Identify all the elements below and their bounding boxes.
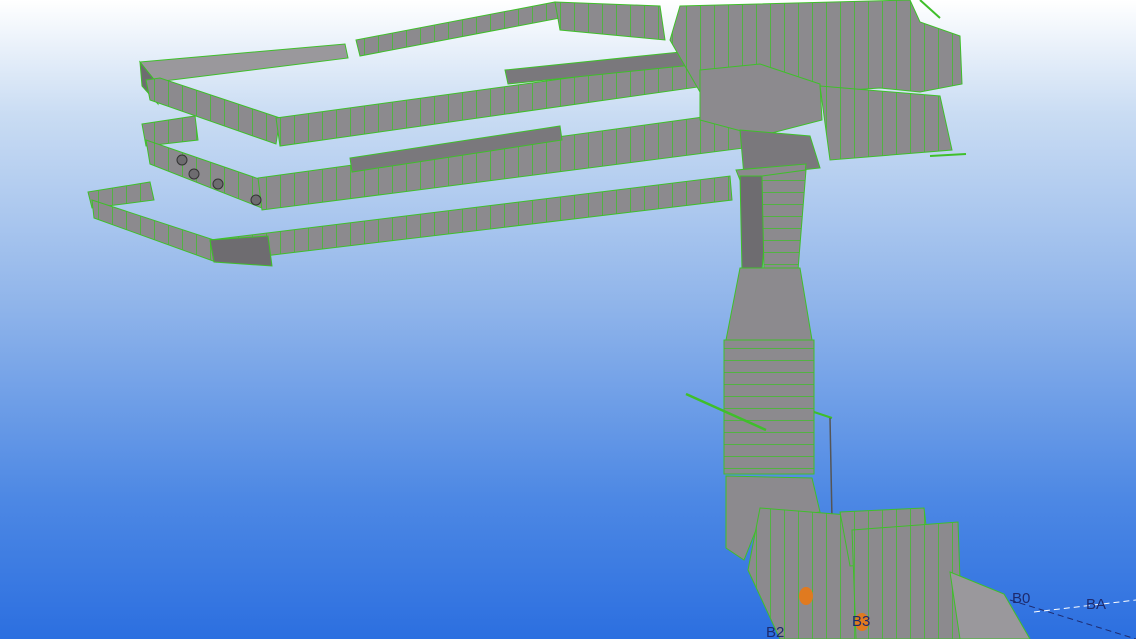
- end-cap-flange-icon[interactable]: [799, 587, 813, 605]
- grid-label-b0[interactable]: B0: [1012, 590, 1030, 607]
- grid-label-b3[interactable]: B3: [852, 613, 870, 630]
- grid-label-b2[interactable]: B2: [766, 624, 784, 639]
- grid-label-ba[interactable]: BA: [1086, 596, 1106, 613]
- model-viewport[interactable]: B0 BA B2 B3: [0, 0, 1136, 639]
- duct-run-upper[interactable]: [139, 1, 706, 147]
- lower-elbow-assembly[interactable]: [725, 475, 1031, 639]
- duct-model-3d-view[interactable]: [0, 0, 1136, 639]
- vertical-shaft[interactable]: [685, 163, 833, 521]
